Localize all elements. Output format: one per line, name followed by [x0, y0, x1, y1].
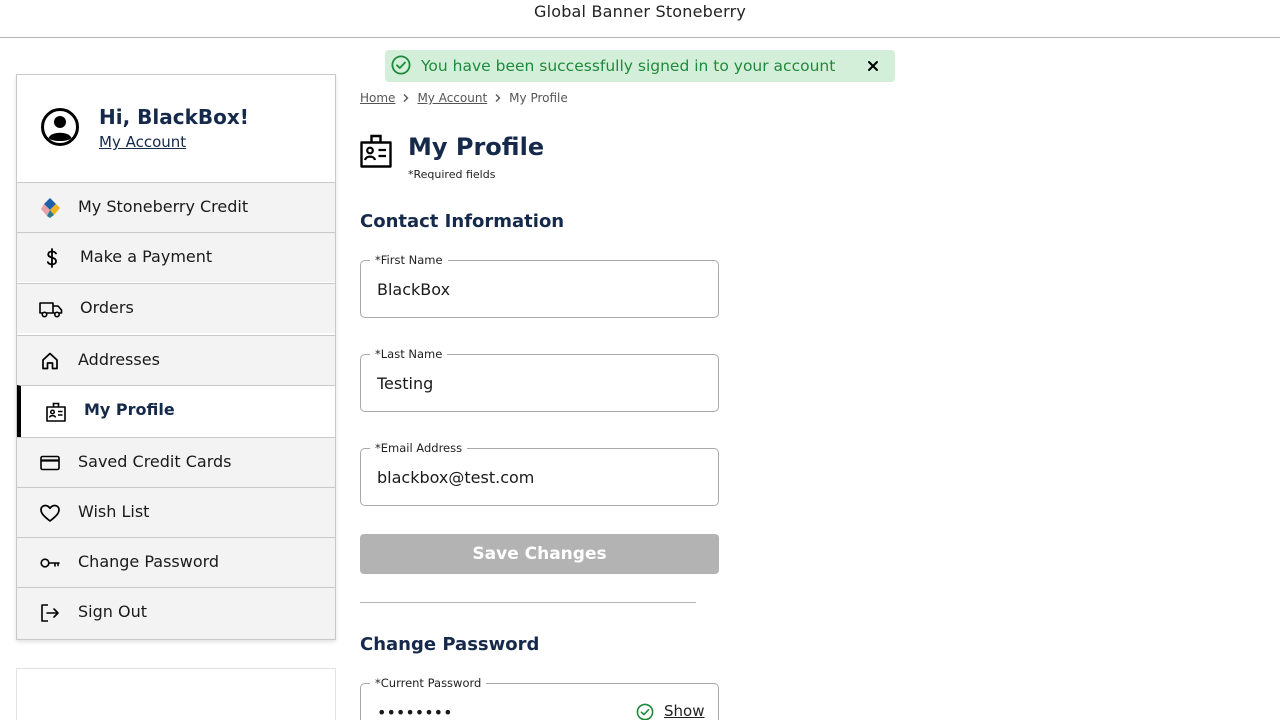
- email-input[interactable]: [377, 466, 697, 488]
- stoneberry-logo-icon: [41, 198, 60, 218]
- greeting: Hi, BlackBox!: [99, 105, 249, 129]
- current-password-label: *Current Password: [370, 677, 487, 690]
- user-circle-icon: [41, 108, 79, 146]
- section-divider: [360, 602, 696, 603]
- toast-message: You have been successfully signed in to …: [421, 57, 836, 75]
- sidebar-item-label: My Stoneberry Credit: [78, 197, 249, 216]
- first-name-input[interactable]: [377, 278, 697, 300]
- first-name-field: *First Name: [360, 254, 719, 318]
- breadcrumb-home[interactable]: Home: [360, 91, 395, 105]
- current-password-field: *Current Password Show: [360, 677, 719, 720]
- close-icon[interactable]: [863, 56, 883, 76]
- chevron-right-icon: [495, 94, 501, 102]
- banner-title: Global Banner Stoneberry: [533, 2, 747, 21]
- contact-info-heading: Contact Information: [360, 211, 565, 232]
- sidebar-item-make-payment[interactable]: Make a Payment: [17, 232, 335, 282]
- sidebar-item-label: Change Password: [78, 552, 220, 571]
- sidebar-item-saved-credit-cards[interactable]: Saved Credit Cards: [17, 437, 335, 487]
- breadcrumb-my-account[interactable]: My Account: [417, 91, 487, 105]
- email-label: *Email Address: [370, 442, 468, 455]
- account-sidebar: Hi, BlackBox! My Account My Stoneberry C…: [16, 74, 336, 640]
- credit-card-icon: [40, 455, 60, 471]
- chevron-right-icon: [403, 94, 409, 102]
- last-name-field: *Last Name: [360, 348, 719, 412]
- sidebar-header: Hi, BlackBox! My Account: [17, 75, 335, 183]
- sidebar-item-wish-list[interactable]: Wish List: [17, 487, 335, 537]
- sidebar-item-label: Sign Out: [78, 602, 147, 621]
- sidebar-item-label: Make a Payment: [80, 247, 213, 266]
- show-password-toggle[interactable]: Show: [664, 702, 704, 720]
- sidebar-item-orders[interactable]: Orders: [17, 283, 335, 333]
- my-account-link[interactable]: My Account: [99, 133, 186, 151]
- last-name-label: *Last Name: [370, 348, 448, 361]
- sidebar-item-sign-out[interactable]: Sign Out: [17, 587, 335, 639]
- sign-out-icon: [41, 604, 59, 622]
- home-icon: [42, 352, 58, 370]
- sidebar-item-label: My Profile: [84, 400, 175, 419]
- save-changes-button[interactable]: Save Changes: [360, 534, 719, 574]
- page-title: My Profile: [408, 133, 545, 161]
- key-icon: [40, 558, 60, 568]
- first-name-label: *First Name: [370, 254, 448, 267]
- last-name-input[interactable]: [377, 372, 697, 394]
- sidebar-promo-panel: [16, 668, 336, 720]
- dollar-icon: [46, 248, 57, 268]
- email-field: *Email Address: [360, 442, 719, 506]
- sidebar-item-addresses[interactable]: Addresses: [17, 335, 335, 385]
- breadcrumb: Home My Account My Profile: [360, 89, 568, 107]
- current-password-input[interactable]: [377, 701, 617, 720]
- id-card-icon: [46, 402, 66, 422]
- breadcrumb-current: My Profile: [509, 91, 568, 105]
- check-circle-icon: [391, 55, 411, 75]
- id-card-icon: [360, 134, 392, 168]
- check-circle-icon: [636, 703, 654, 720]
- sidebar-item-label: Saved Credit Cards: [78, 452, 232, 471]
- sidebar-item-my-profile[interactable]: My Profile: [17, 385, 335, 437]
- sidebar-item-label: Wish List: [78, 502, 150, 521]
- change-password-heading: Change Password: [360, 634, 540, 655]
- heart-icon: [40, 504, 60, 522]
- sidebar-item-label: Addresses: [78, 350, 160, 369]
- sidebar-item-stoneberry-credit[interactable]: My Stoneberry Credit: [17, 182, 335, 232]
- required-fields-note: *Required fields: [408, 168, 496, 181]
- success-toast: You have been successfully signed in to …: [385, 50, 895, 82]
- truck-icon: [39, 302, 63, 318]
- sidebar-item-change-password[interactable]: Change Password: [17, 537, 335, 587]
- sidebar-item-label: Orders: [80, 298, 134, 317]
- global-banner: Global Banner Stoneberry: [0, 0, 1280, 38]
